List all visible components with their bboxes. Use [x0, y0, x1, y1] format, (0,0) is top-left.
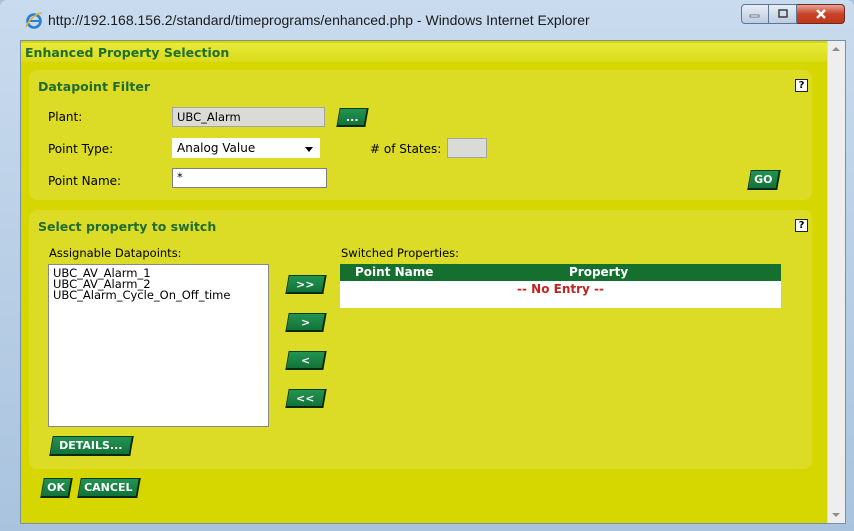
move-left-button[interactable]: <	[285, 351, 327, 370]
point-type-value: Analog Value	[177, 141, 256, 155]
minimize-icon	[749, 14, 760, 18]
maximize-button[interactable]	[769, 4, 797, 24]
point-name-input[interactable]: *	[172, 168, 327, 188]
page-title: Enhanced Property Selection	[21, 43, 829, 62]
point-name-label: Point Name:	[48, 174, 122, 188]
maximize-icon	[777, 9, 788, 18]
datapoint-filter-title: Datapoint Filter	[38, 79, 150, 94]
move-all-right-button[interactable]: >>	[285, 275, 327, 294]
point-type-label: Point Type:	[48, 142, 114, 156]
empty-state-text: -- No Entry --	[517, 282, 604, 296]
move-all-left-button[interactable]: <<	[285, 389, 327, 408]
scroll-down-icon[interactable]	[832, 513, 840, 517]
plant-browse-button[interactable]: ...	[336, 108, 369, 127]
switched-properties-table: Point Name Property -- No Entry --	[340, 264, 781, 308]
client-area: Enhanced Property Selection Datapoint Fi…	[20, 40, 846, 524]
plant-label: Plant:	[48, 110, 83, 124]
ok-button[interactable]: OK	[40, 478, 73, 498]
select-property-panel: Select property to switch ? Assignable D…	[29, 210, 812, 469]
chevron-down-icon	[305, 147, 313, 152]
column-header-property[interactable]: Property	[569, 264, 628, 281]
internet-explorer-icon	[25, 12, 43, 29]
assignable-datapoints-list[interactable]: UBC_AV_Alarm_1 UBC_AV_Alarm_2 UBC_Alarm_…	[48, 264, 269, 427]
close-button[interactable]	[797, 4, 845, 24]
filter-help-button[interactable]: ?	[795, 79, 808, 92]
move-right-button[interactable]: >	[285, 313, 327, 332]
plant-field: UBC_Alarm	[172, 107, 325, 127]
page-content: Enhanced Property Selection Datapoint Fi…	[21, 41, 829, 523]
window-title: http://192.168.156.2/standard/timeprogra…	[48, 12, 590, 28]
assignable-datapoints-label: Assignable Datapoints:	[49, 246, 182, 260]
column-header-point-name[interactable]: Point Name	[355, 264, 433, 281]
window-controls	[741, 4, 845, 24]
datapoint-filter-panel: Datapoint Filter ? Plant: UBC_Alarm ... …	[29, 70, 812, 200]
minimize-button[interactable]	[741, 4, 769, 24]
point-type-select[interactable]: Analog Value	[172, 138, 320, 158]
states-field	[447, 138, 487, 158]
close-icon	[815, 9, 826, 19]
scroll-up-icon[interactable]	[832, 47, 840, 51]
switched-properties-label: Switched Properties:	[341, 246, 460, 260]
cancel-button[interactable]: CANCEL	[77, 478, 141, 498]
title-bar[interactable]: http://192.168.156.2/standard/timeprogra…	[0, 0, 854, 40]
select-property-title: Select property to switch	[38, 219, 217, 234]
states-label: # of States:	[370, 142, 442, 156]
select-help-button[interactable]: ?	[795, 219, 808, 232]
details-button[interactable]: DETAILS...	[49, 436, 134, 456]
browser-window: http://192.168.156.2/standard/timeprogra…	[0, 0, 854, 531]
table-header: Point Name Property	[340, 264, 781, 281]
go-button[interactable]: GO	[747, 170, 781, 190]
vertical-scrollbar[interactable]	[827, 41, 845, 523]
list-item[interactable]: UBC_Alarm_Cycle_On_Off_time	[53, 289, 264, 301]
